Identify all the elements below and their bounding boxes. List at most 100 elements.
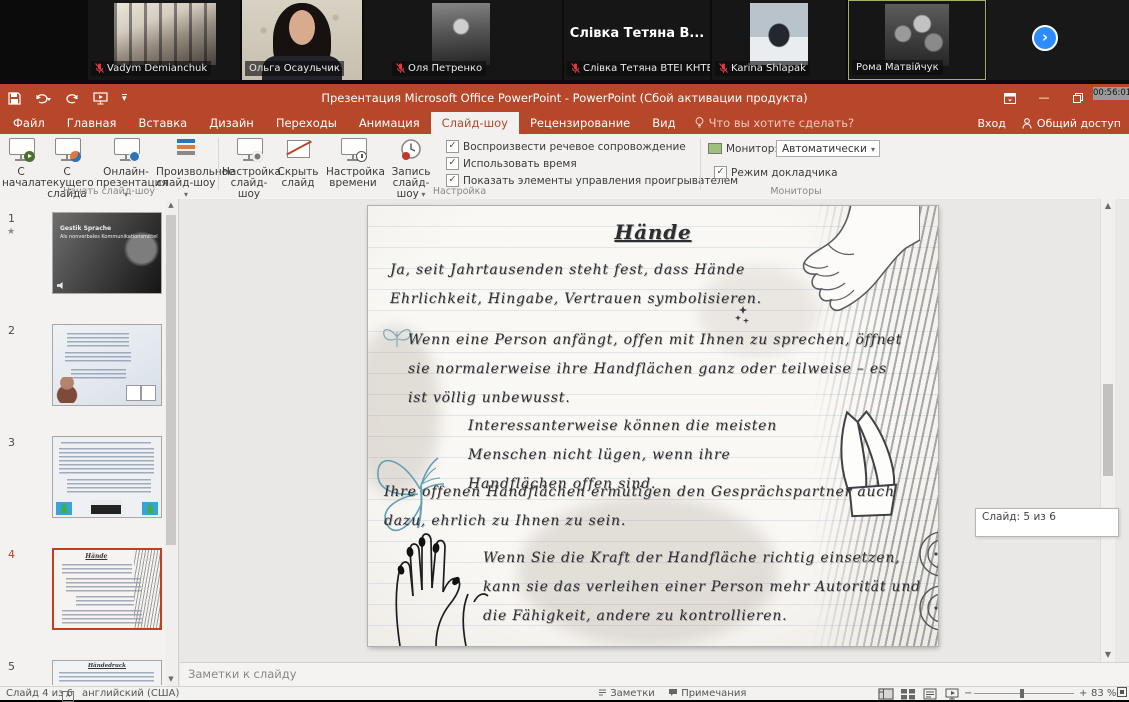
tab-view[interactable]: Вид <box>641 112 686 134</box>
rehearse-timings-button[interactable]: Настройка времени <box>326 136 380 189</box>
notes-placeholder: Заметки к слайду <box>180 667 297 681</box>
slideshow-view-button[interactable] <box>944 688 960 700</box>
account-area: Вход Общий доступ <box>978 112 1122 134</box>
checkbox-label: Воспроизвести речевое сопровождение <box>463 141 686 153</box>
checkbox-checked <box>446 140 459 153</box>
tab-transitions[interactable]: Переходы <box>265 112 348 134</box>
thumbnail-title: Händedruck <box>53 663 161 669</box>
slide-canvas[interactable]: Hände Ja, seit Jahrtausenden steht fest,… <box>368 206 938 646</box>
thumbnail-figure <box>56 377 78 403</box>
record-slideshow-icon <box>396 136 426 164</box>
slide-thumbnail-2[interactable] <box>52 324 162 406</box>
participant-tile[interactable]: Karina Shlapak <box>712 0 846 80</box>
slide-editing-area: Hände Ja, seit Jahrtausenden steht fest,… <box>180 199 1115 662</box>
thumbnail-text <box>65 352 131 364</box>
participant-tile[interactable]: Слівка Тетяна В... Слівка Тетяна ВТЕІ КН… <box>564 0 710 80</box>
zoom-percentage[interactable]: 83 % <box>1091 687 1116 700</box>
zoom-out-button[interactable]: − <box>964 687 972 700</box>
reading-view-button[interactable] <box>922 688 938 700</box>
ribbon-display-options-icon[interactable] <box>993 84 1027 112</box>
thumbnail-photo <box>91 500 121 514</box>
zoom-slider-track[interactable] <box>974 693 1074 694</box>
tab-animations[interactable]: Анимация <box>348 112 431 134</box>
hide-slide-icon <box>283 136 313 164</box>
tab-home[interactable]: Главная <box>56 112 128 134</box>
notes-toggle[interactable]: Заметки <box>598 687 655 700</box>
hide-slide-button[interactable]: Скрыть слайд <box>276 136 320 189</box>
thumbnail-text <box>61 442 151 445</box>
muted-mic-icon <box>571 63 580 74</box>
scrollbar-thumb[interactable] <box>166 215 176 545</box>
participant-tile[interactable]: Ольга Осаульчик <box>242 0 362 80</box>
next-participants-button[interactable]: › <box>1032 25 1058 51</box>
thumbnail-scrollbar[interactable]: ▲ ▼ <box>165 199 177 686</box>
slide-thumbnail-5[interactable]: Händedruck <box>52 660 162 685</box>
status-bar: Слайд 4 из 6 A английский (США) Заметки … <box>0 686 1129 700</box>
play-narrations-checkbox[interactable]: Воспроизвести речевое сопровождение <box>446 140 686 153</box>
slide-title: Hände <box>368 218 938 247</box>
muted-mic-icon <box>719 63 728 74</box>
language-indicator[interactable]: английский (США) <box>82 687 179 700</box>
participant-face <box>289 10 315 45</box>
share-button[interactable]: Общий доступ <box>1022 117 1121 130</box>
slide-thumbnail-1[interactable]: Gestik Sprache Als nonverbales Kommunika… <box>52 212 162 294</box>
zoom-slider-thumb[interactable] <box>1020 689 1024 698</box>
group-label-setup: Настройка <box>219 186 700 197</box>
restore-button[interactable] <box>1061 84 1095 112</box>
share-label: Общий доступ <box>1037 117 1121 130</box>
tab-slideshow[interactable]: Слайд-шоу <box>431 112 519 134</box>
slide-number: 1 <box>8 212 15 225</box>
from-beginning-button[interactable]: С начала <box>2 136 40 189</box>
monitor-dropdown[interactable]: Автоматически <box>776 140 880 157</box>
minimize-button[interactable]: — <box>1027 84 1061 112</box>
tab-review[interactable]: Рецензирование <box>519 112 641 134</box>
from-current-slide-icon <box>52 136 82 164</box>
animation-star-icon: ★ <box>7 227 15 237</box>
slide-thumbnail-4-selected[interactable]: Hände <box>52 548 162 630</box>
participant-display-name: Слівка Тетяна В... <box>564 26 710 41</box>
notes-panel[interactable]: Заметки к слайду <box>180 662 1129 686</box>
thumbnail-image <box>142 502 158 515</box>
participant-name-badge: Karina Shlapak <box>715 61 810 76</box>
tell-me-box[interactable]: Что вы хотите сделать? <box>687 112 855 134</box>
scroll-up-arrow[interactable]: ▲ <box>1101 199 1115 213</box>
participant-tile[interactable]: Оля Петренко <box>364 0 562 80</box>
window-title: Презентация Microsoft Office PowerPoint … <box>0 84 1129 112</box>
notes-icon <box>598 688 607 697</box>
participant-photo <box>432 3 490 65</box>
scroll-down-arrow[interactable]: ▼ <box>165 673 177 686</box>
participant-name-badge: Слівка Тетяна ВТЕІ КНТЕУ <box>567 61 710 76</box>
presenter-view-checkbox[interactable]: Режим докладчика <box>714 166 838 179</box>
participant-tile[interactable]: Vadym Demianchuk <box>88 0 240 80</box>
comments-toggle[interactable]: Примечания <box>668 687 746 700</box>
scroll-up-arrow[interactable]: ▲ <box>165 199 177 212</box>
fit-to-window-button[interactable] <box>1117 687 1127 700</box>
checkbox-label: Использовать время <box>463 158 577 170</box>
video-call-strip: Vadym Demianchuk Ольга Осаульчик Оля Пет… <box>0 0 1129 84</box>
slide-sorter-view-button[interactable] <box>900 688 916 700</box>
use-timings-checkbox[interactable]: Использовать время <box>446 157 577 170</box>
participant-tile-active-speaker[interactable]: Рома Матвійчук <box>848 0 986 80</box>
participant-name-badge: Рома Матвійчук <box>852 60 943 75</box>
scrollbar-thumb[interactable] <box>1103 384 1113 476</box>
sign-in-link[interactable]: Вход <box>978 117 1006 130</box>
monitor-label: Монитор: <box>726 143 778 155</box>
zoom-in-button[interactable]: + <box>1079 687 1087 700</box>
titlebar: ▾ Презентация Microsoft Office PowerPoin… <box>0 84 1129 112</box>
normal-view-button[interactable] <box>878 688 894 700</box>
slide-thumbnail-3[interactable] <box>52 436 162 518</box>
screen: Vadym Demianchuk Ольга Осаульчик Оля Пет… <box>0 0 1129 700</box>
scroll-down-arrow[interactable]: ▼ <box>1101 648 1115 662</box>
group-label-start: Начать слайд-шоу <box>0 186 218 197</box>
tab-file[interactable]: Файл <box>2 112 56 134</box>
thumbnail-text <box>59 672 154 684</box>
slide-paragraph: Ihre offenen Handflächen ermutigen den G… <box>384 478 936 536</box>
thumbnail-image <box>141 385 156 401</box>
ribbon-tab-row: Файл Главная Вставка Дизайн Переходы Ани… <box>0 112 1129 134</box>
tab-insert[interactable]: Вставка <box>127 112 198 134</box>
tab-design[interactable]: Дизайн <box>198 112 265 134</box>
thumbnail-text <box>62 564 132 574</box>
participant-name: Рома Матвійчук <box>856 61 939 74</box>
vertical-scrollbar[interactable]: ▲ ▼ <box>1100 199 1115 662</box>
person-icon <box>1022 118 1032 129</box>
